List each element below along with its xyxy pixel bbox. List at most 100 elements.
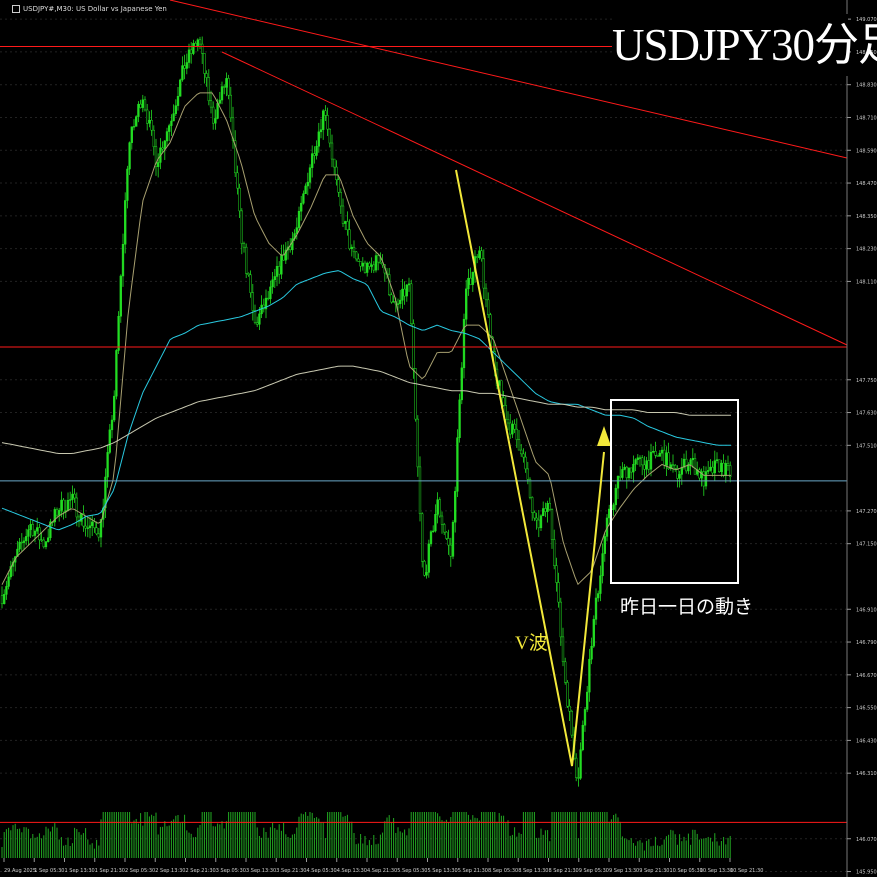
candle-body — [346, 221, 349, 231]
y-tick-label: 148.230 — [856, 247, 877, 253]
candle-body — [465, 288, 468, 320]
candle-body — [5, 586, 8, 595]
candle-body — [198, 39, 202, 45]
candle-body — [47, 537, 50, 542]
y-tick-label: 145.950 — [856, 870, 877, 876]
candle-body — [218, 99, 221, 104]
candle-body — [172, 113, 175, 122]
candle-body — [509, 422, 512, 435]
candle-body — [372, 264, 375, 271]
candle-body — [517, 439, 521, 451]
candle-body — [319, 129, 323, 133]
candle-body — [179, 79, 182, 97]
candle-body — [273, 276, 276, 281]
y-tick-label: 146.310 — [856, 771, 877, 777]
candle-body — [652, 451, 655, 453]
v-wave-label: V波 — [515, 633, 548, 654]
candle-body — [132, 126, 136, 128]
x-tick-label: 5 Sep 21:30 — [458, 868, 488, 874]
candle-body — [126, 168, 129, 201]
candle-body — [229, 94, 232, 119]
candle-body — [638, 457, 642, 459]
candle-body — [361, 262, 364, 267]
candle-body — [502, 397, 505, 406]
candle-body — [106, 452, 109, 478]
candle-body — [671, 464, 675, 466]
candle-body — [526, 468, 529, 480]
candle-body — [456, 437, 459, 492]
y-tick-label: 147.510 — [856, 443, 877, 449]
candle-body — [174, 105, 177, 114]
candle-body — [339, 192, 342, 207]
x-tick-label: 10 Sep 21:30 — [730, 868, 763, 874]
candle-body — [328, 128, 331, 144]
candle-body — [513, 423, 516, 430]
candle-body — [647, 460, 650, 470]
candle-body — [368, 262, 371, 267]
y-tick-label: 148.470 — [856, 181, 877, 187]
candle-body — [542, 508, 545, 516]
candle-body — [249, 274, 252, 293]
candle-body — [251, 292, 254, 311]
candle-body — [36, 527, 39, 532]
candle-body — [227, 78, 230, 96]
candle-body — [214, 118, 217, 124]
candle-body — [275, 266, 279, 277]
candle-body — [40, 539, 43, 541]
candle-body — [324, 110, 327, 116]
x-tick-label: 1 Sep 05:30 — [34, 868, 64, 874]
candle-body — [370, 264, 373, 267]
candle-body — [137, 103, 140, 117]
candle-body — [271, 279, 274, 288]
candle-body — [322, 110, 325, 130]
chart-title: USDJPY30分足 — [612, 14, 877, 76]
candle-body — [176, 96, 180, 106]
candle-body — [240, 210, 243, 244]
candle-body — [586, 691, 589, 710]
candle-body — [185, 62, 188, 69]
usdjpy-chart: 148.97147.87146.13147.38 149.070148.9501… — [0, 0, 877, 877]
candle-body — [449, 544, 452, 557]
candle-body — [438, 499, 441, 517]
candle-body — [341, 205, 345, 224]
candle-body — [282, 254, 285, 261]
candle-body — [674, 464, 677, 469]
candle-body — [297, 211, 301, 228]
y-tick-label: 148.710 — [856, 115, 877, 121]
candle-body — [564, 661, 567, 683]
candle-body — [31, 524, 34, 536]
candle-body — [139, 103, 142, 108]
candle-body — [630, 467, 633, 473]
candle-body — [216, 103, 219, 119]
candle-body — [660, 449, 664, 454]
candle-body — [205, 73, 208, 78]
candle-body — [713, 460, 716, 474]
y-tick-label: 148.110 — [856, 279, 877, 285]
box-label: 昨日一日の動き — [620, 596, 754, 618]
x-tick-label: 8 Sep 05:30 — [488, 868, 518, 874]
candle-body — [592, 619, 595, 647]
candle-body — [680, 467, 683, 475]
candle-body — [643, 464, 646, 470]
x-tick-label: 5 Sep 13:30 — [428, 868, 458, 874]
candle-body — [623, 466, 626, 470]
candle-body — [25, 536, 28, 542]
candle-body — [161, 147, 164, 150]
candle-body — [3, 594, 6, 605]
candle-body — [150, 119, 153, 131]
candle-body — [190, 49, 193, 54]
candle-body — [685, 458, 688, 472]
candle-body — [467, 277, 470, 290]
candle-body — [399, 299, 402, 304]
candle-body — [253, 310, 257, 323]
x-tick-label: 1 Sep 21:30 — [95, 868, 125, 874]
candle-body — [663, 449, 666, 466]
candle-body — [722, 462, 725, 476]
candle-body — [18, 541, 21, 550]
candle-body — [407, 283, 411, 286]
candle-body — [445, 531, 448, 539]
candle-body — [531, 497, 534, 513]
candle-body — [458, 399, 461, 438]
candle-body — [168, 125, 171, 132]
axis-panel — [847, 0, 877, 877]
